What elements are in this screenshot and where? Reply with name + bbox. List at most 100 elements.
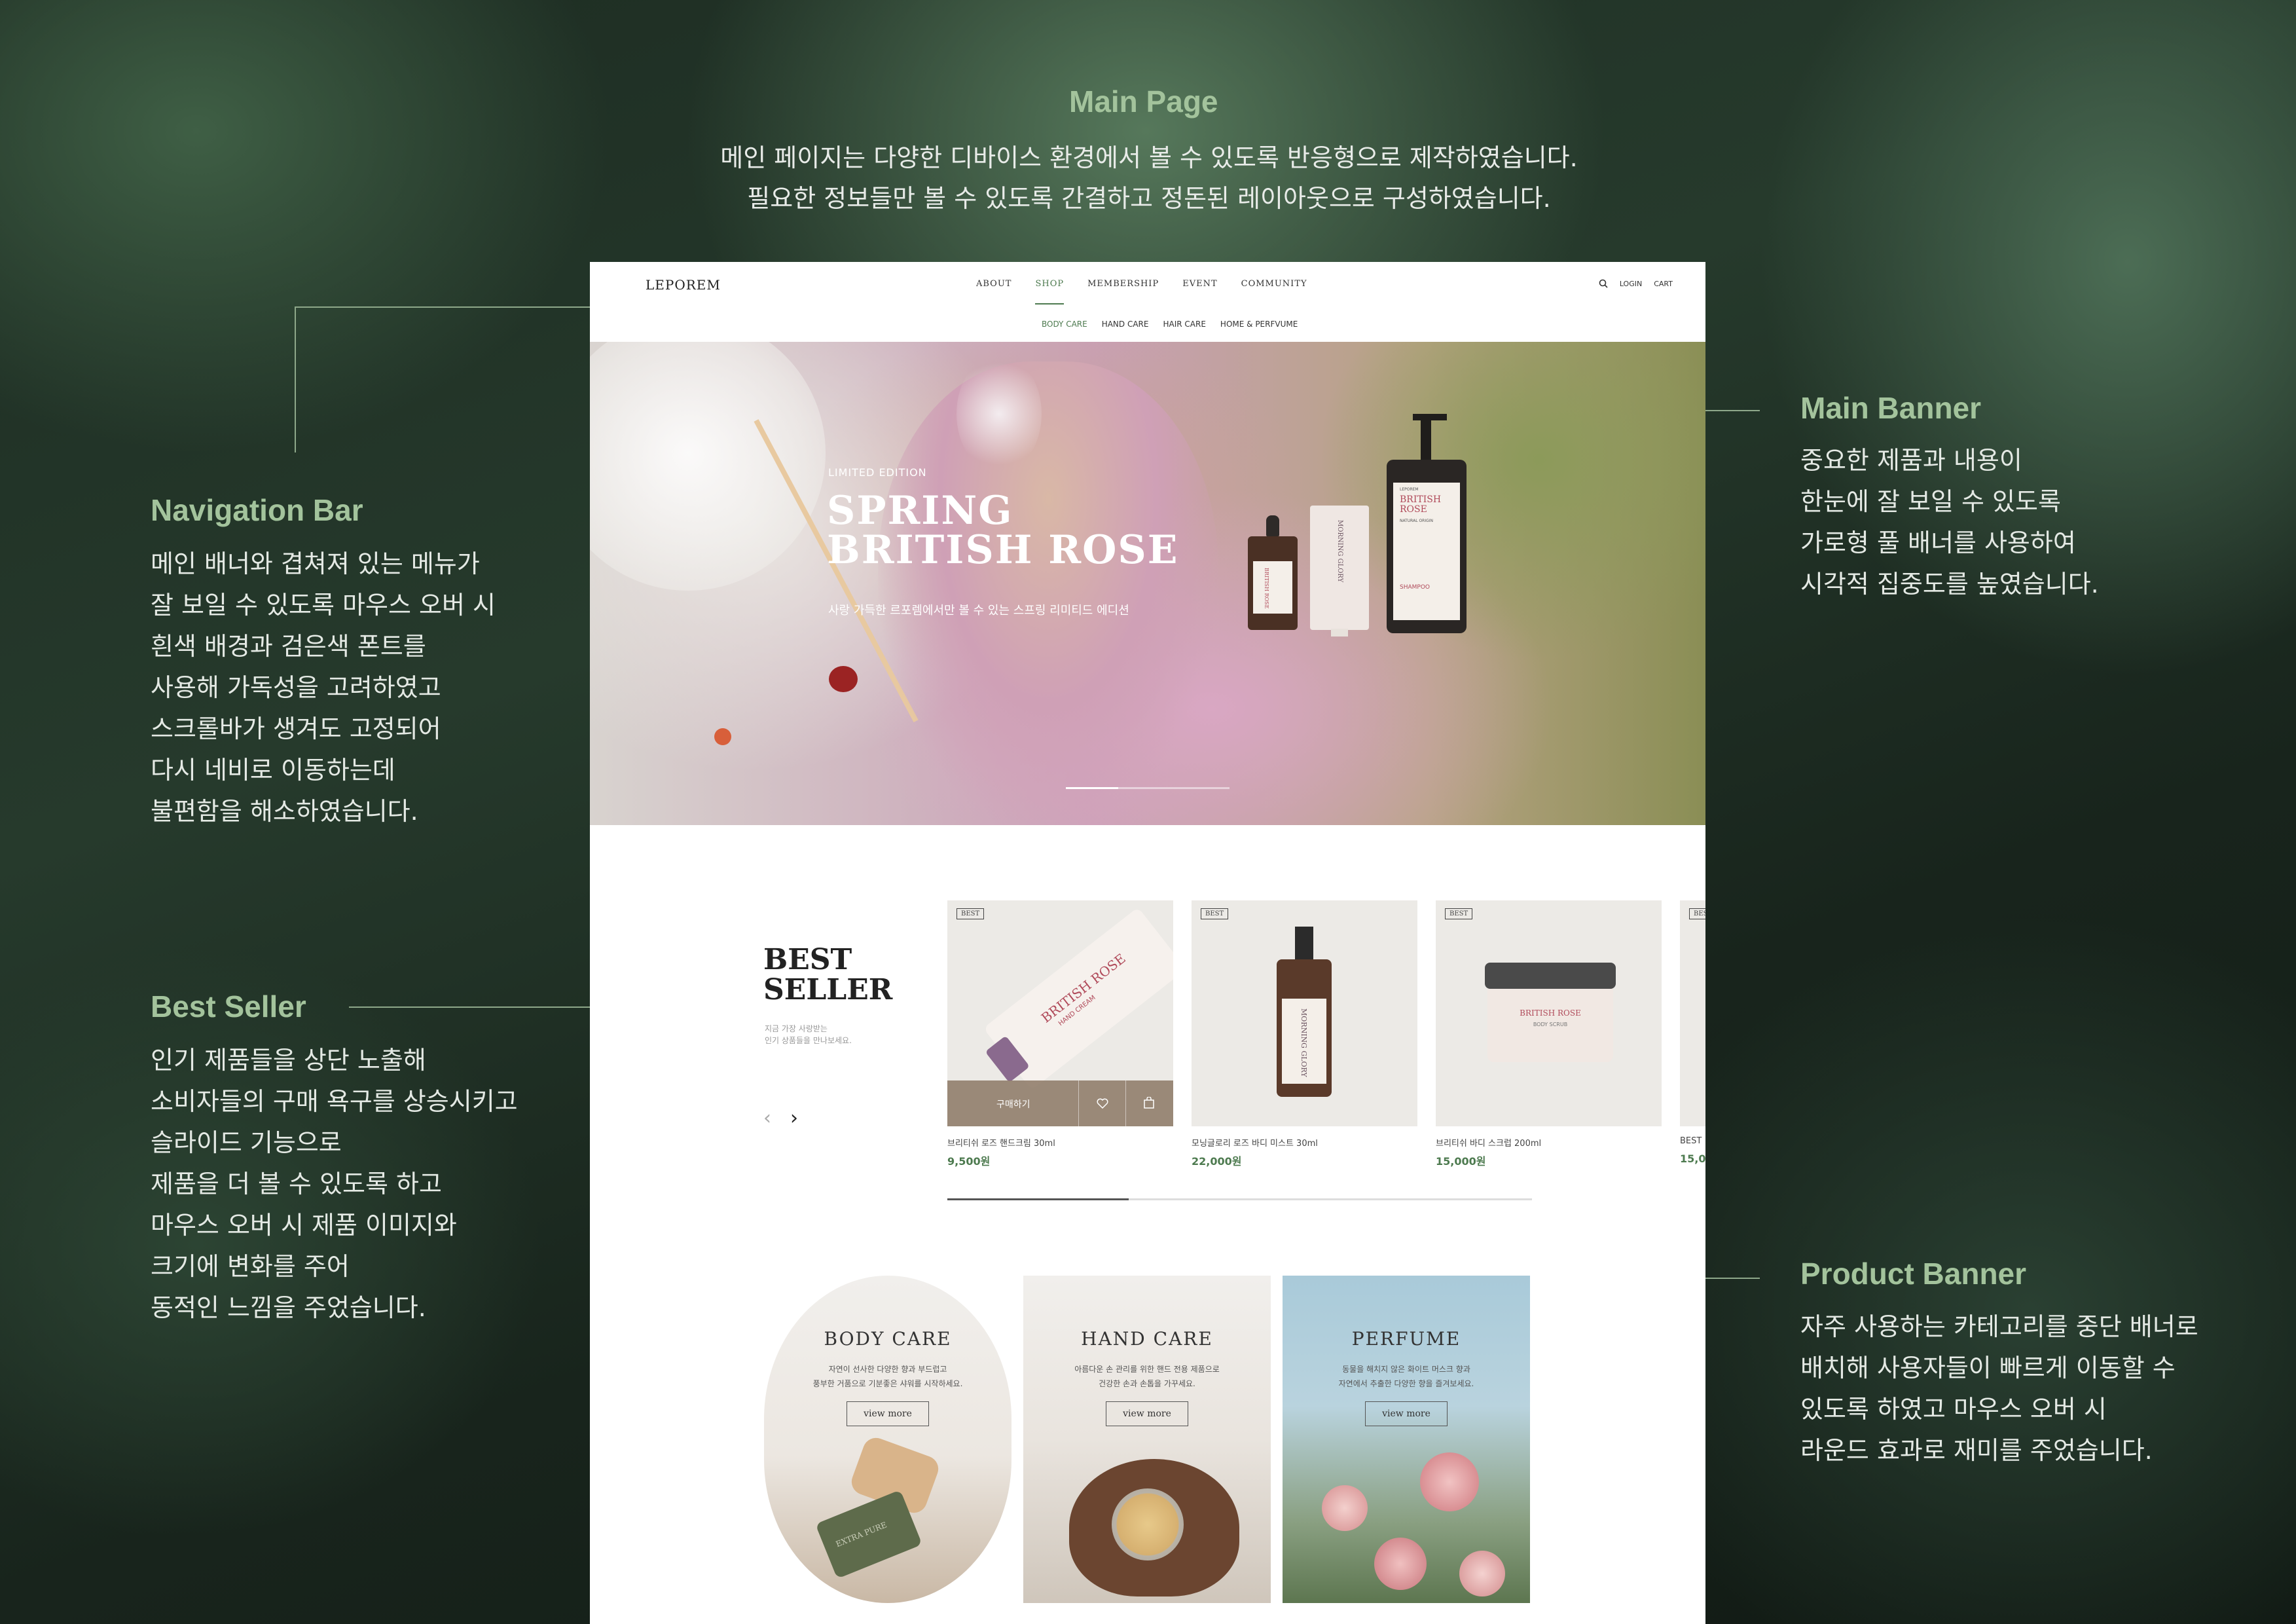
navigation-connector-vertical — [295, 306, 296, 452]
category-description: 자연이 선사한 다양한 향과 부드럽고 풍부한 거품으로 기분좋은 샤워를 시작… — [812, 1365, 963, 1388]
main-banner-description: 중요한 제품과 내용이 한눈에 잘 보일 수 있도록 가로형 풀 배너를 사용하… — [1800, 446, 2099, 599]
body-scrub-label: BRITISH ROSE — [1520, 1008, 1581, 1018]
product-name[interactable]: BEST — [1680, 1136, 1702, 1146]
best-seller-title: Best Seller — [151, 989, 306, 1024]
hand-cream-label: BRITISH ROSE — [1038, 950, 1129, 1026]
next-arrow-icon[interactable]: › — [790, 1107, 798, 1130]
best-seller-heading-line2: SELLER — [763, 973, 893, 1006]
submenu-hair-care[interactable]: HAIR CARE — [1163, 320, 1205, 329]
search-icon[interactable] — [1599, 279, 1608, 288]
best-seller-description: 인기 제품들을 상단 노출해 소비자들의 구매 욕구를 상승시키고 슬라이드 기… — [151, 1046, 518, 1322]
view-more-button[interactable]: view more — [1106, 1401, 1188, 1426]
product-banner-title: Product Banner — [1800, 1257, 2027, 1291]
menu-item-about[interactable]: ABOUT — [976, 279, 1011, 304]
parasol-image — [590, 342, 826, 591]
best-badge: BEST — [957, 908, 985, 919]
product-price: 9,500원 — [947, 1155, 991, 1168]
menu-item-shop[interactable]: SHOP — [1035, 279, 1065, 304]
submenu-body-care[interactable]: BODY CARE — [1042, 320, 1087, 329]
navigation-bar-description: 메인 배너와 겹쳐져 있는 메뉴가 잘 보일 수 있도록 마우스 오버 시 흰색… — [151, 549, 496, 826]
main-menu: ABOUT SHOP MEMBERSHIP EVENT COMMUNITY — [976, 279, 1307, 304]
tube-image: MORNING GLORY — [1310, 506, 1369, 637]
category-title: HAND CARE — [1081, 1328, 1213, 1350]
submenu-hand-care[interactable]: HAND CARE — [1102, 320, 1149, 329]
product-price: 15,000원 — [1436, 1155, 1486, 1168]
menu-item-membership[interactable]: MEMBERSHIP — [1087, 279, 1159, 304]
navigation-bar: LEPOREM ABOUT SHOP MEMBERSHIP EVENT COMM… — [590, 262, 1705, 308]
hero-slide-indicator-fill — [1066, 787, 1118, 789]
cart-link[interactable]: CART — [1654, 280, 1673, 288]
hero-tag: LIMITED EDITION — [828, 466, 927, 479]
best-seller-slider-progress[interactable] — [947, 1198, 1532, 1200]
body-mist-label: MORNING GLORY — [1300, 1008, 1308, 1077]
best-badge: BEST — [1201, 908, 1229, 919]
site-logo[interactable]: LEPOREM — [646, 277, 721, 293]
prev-arrow-icon[interactable]: ‹ — [763, 1107, 771, 1130]
heart-icon[interactable] — [1097, 1098, 1108, 1109]
product-card[interactable]: BEST MORNING GLORY — [1192, 900, 1417, 1126]
menu-item-event[interactable]: EVENT — [1182, 279, 1217, 304]
best-seller-heading-line1: BEST — [763, 943, 852, 976]
model-image — [878, 361, 1218, 820]
submenu-home-perfume[interactable]: HOME & PERFVUME — [1220, 320, 1298, 329]
main-banner-title: Main Banner — [1800, 391, 1982, 425]
category-title: PERFUME — [1351, 1328, 1461, 1350]
body-mist-image: MORNING GLORY — [1277, 927, 1332, 1097]
product-name[interactable]: 브리티쉬 로즈 핸드크림 30ml — [947, 1136, 1055, 1149]
product-name[interactable]: 모닝글로리 로즈 바디 미스트 30ml — [1192, 1136, 1318, 1149]
category-banner-perfume[interactable]: PERFUME 동물을 해치지 않은 화이트 머스크 향과 자연에서 추출한 다… — [1283, 1276, 1530, 1603]
product-banner-description: 자주 사용하는 카테고리를 중단 배너로 배치해 사용자들이 빠르게 이동할 수… — [1800, 1312, 2198, 1465]
rose-image — [1322, 1485, 1368, 1531]
feather-image — [957, 355, 1042, 473]
shopping-bag-icon[interactable] — [1144, 1097, 1154, 1109]
navigation-connector-horizontal — [295, 306, 627, 308]
rose-image — [1459, 1551, 1505, 1596]
view-more-button[interactable]: view more — [847, 1401, 929, 1426]
main-page-title: Main Page — [1069, 84, 1218, 119]
product-card[interactable]: BRITISH ROSE HAND CREAM BEST 구매하기 — [947, 900, 1173, 1126]
fruit-image — [714, 728, 731, 745]
best-seller-slider-fill — [947, 1198, 1129, 1200]
navigation-bar-title: Navigation Bar — [151, 493, 363, 527]
category-description: 동물을 해치지 않은 화이트 머스크 향과 자연에서 추출한 다양한 향을 즐겨… — [1338, 1365, 1474, 1388]
category-description: 아름다운 손 관리를 위한 핸드 전용 제품으로 건강한 손과 손톱을 가꾸세요… — [1074, 1365, 1220, 1388]
balm-tin-image — [1112, 1488, 1184, 1560]
shampoo-type-label: SHAMPOO — [1400, 584, 1430, 591]
main-page-description: 메인 페이지는 다양한 디바이스 환경에서 볼 수 있도록 반응형으로 제작하였… — [720, 143, 1578, 213]
website-mockup: LEPOREM ABOUT SHOP MEMBERSHIP EVENT COMM… — [590, 262, 1705, 1624]
product-card[interactable]: BEST BRITISH ROSE BODY SCRUB — [1436, 900, 1662, 1126]
shampoo-bottle-image: LEPOREM BRITISH ROSE NATURAL ORIGIN SHAM… — [1387, 414, 1467, 633]
category-banner-hand-care[interactable]: HAND CARE 아름다운 손 관리를 위한 핸드 전용 제품으로 건강한 손… — [1023, 1276, 1271, 1603]
best-badge: BEST — [1445, 908, 1473, 919]
shampoo-brand-label: LEPOREM — [1400, 487, 1419, 492]
rose-image — [1374, 1538, 1427, 1590]
category-banner-body-care[interactable]: BODY CARE 자연이 선사한 다양한 향과 부드럽고 풍부한 거품으로 기… — [764, 1276, 1011, 1603]
product-price: 15,0 — [1680, 1153, 1705, 1165]
hero-title-line1: SPRING — [827, 488, 1013, 534]
best-seller-heading: BEST SELLER — [763, 945, 892, 1005]
category-title: BODY CARE — [824, 1328, 952, 1350]
hero-title: SPRING BRITISH ROSE — [827, 491, 1178, 570]
body-scrub-image: BRITISH ROSE BODY SCRUB — [1485, 963, 1616, 1067]
shampoo-sub-label: NATURAL ORIGIN — [1400, 519, 1434, 523]
hero-subtitle: 사랑 가득한 르포렘에서만 볼 수 있는 스프링 리미티드 에디션 — [828, 604, 1129, 618]
buy-button[interactable]: 구매하기 — [996, 1098, 1030, 1111]
product-hover-overlay: 구매하기 — [947, 1080, 1173, 1126]
view-more-button[interactable]: view more — [1365, 1401, 1448, 1426]
rose-image — [1420, 1452, 1479, 1511]
best-seller-subtitle: 지금 가장 사랑받는 인기 상품들을 만나보세요. — [765, 1024, 852, 1045]
product-price: 22,000원 — [1192, 1155, 1242, 1168]
main-banner[interactable]: LIMITED EDITION SPRING BRITISH ROSE 사랑 가… — [590, 342, 1705, 825]
sub-navigation: BODY CARE HAND CARE HAIR CARE HOME & PER… — [590, 308, 1705, 342]
menu-item-community[interactable]: COMMUNITY — [1241, 279, 1307, 304]
product-card[interactable]: BEST — [1680, 900, 1705, 1126]
login-link[interactable]: LOGIN — [1620, 280, 1642, 288]
dropper-label: BRITISH ROSE — [1264, 568, 1269, 609]
tube-label: MORNING GLORY — [1336, 520, 1343, 583]
hand-cream-image: BRITISH ROSE HAND CREAM — [983, 907, 1173, 1090]
product-name[interactable]: 브리티쉬 바디 스크럽 200ml — [1436, 1136, 1541, 1149]
hero-title-line2: BRITISH ROSE — [827, 527, 1179, 573]
apple-image — [829, 666, 858, 692]
hero-slide-indicator[interactable] — [1066, 787, 1230, 789]
soap-label: EXTRA PURE — [834, 1520, 888, 1549]
